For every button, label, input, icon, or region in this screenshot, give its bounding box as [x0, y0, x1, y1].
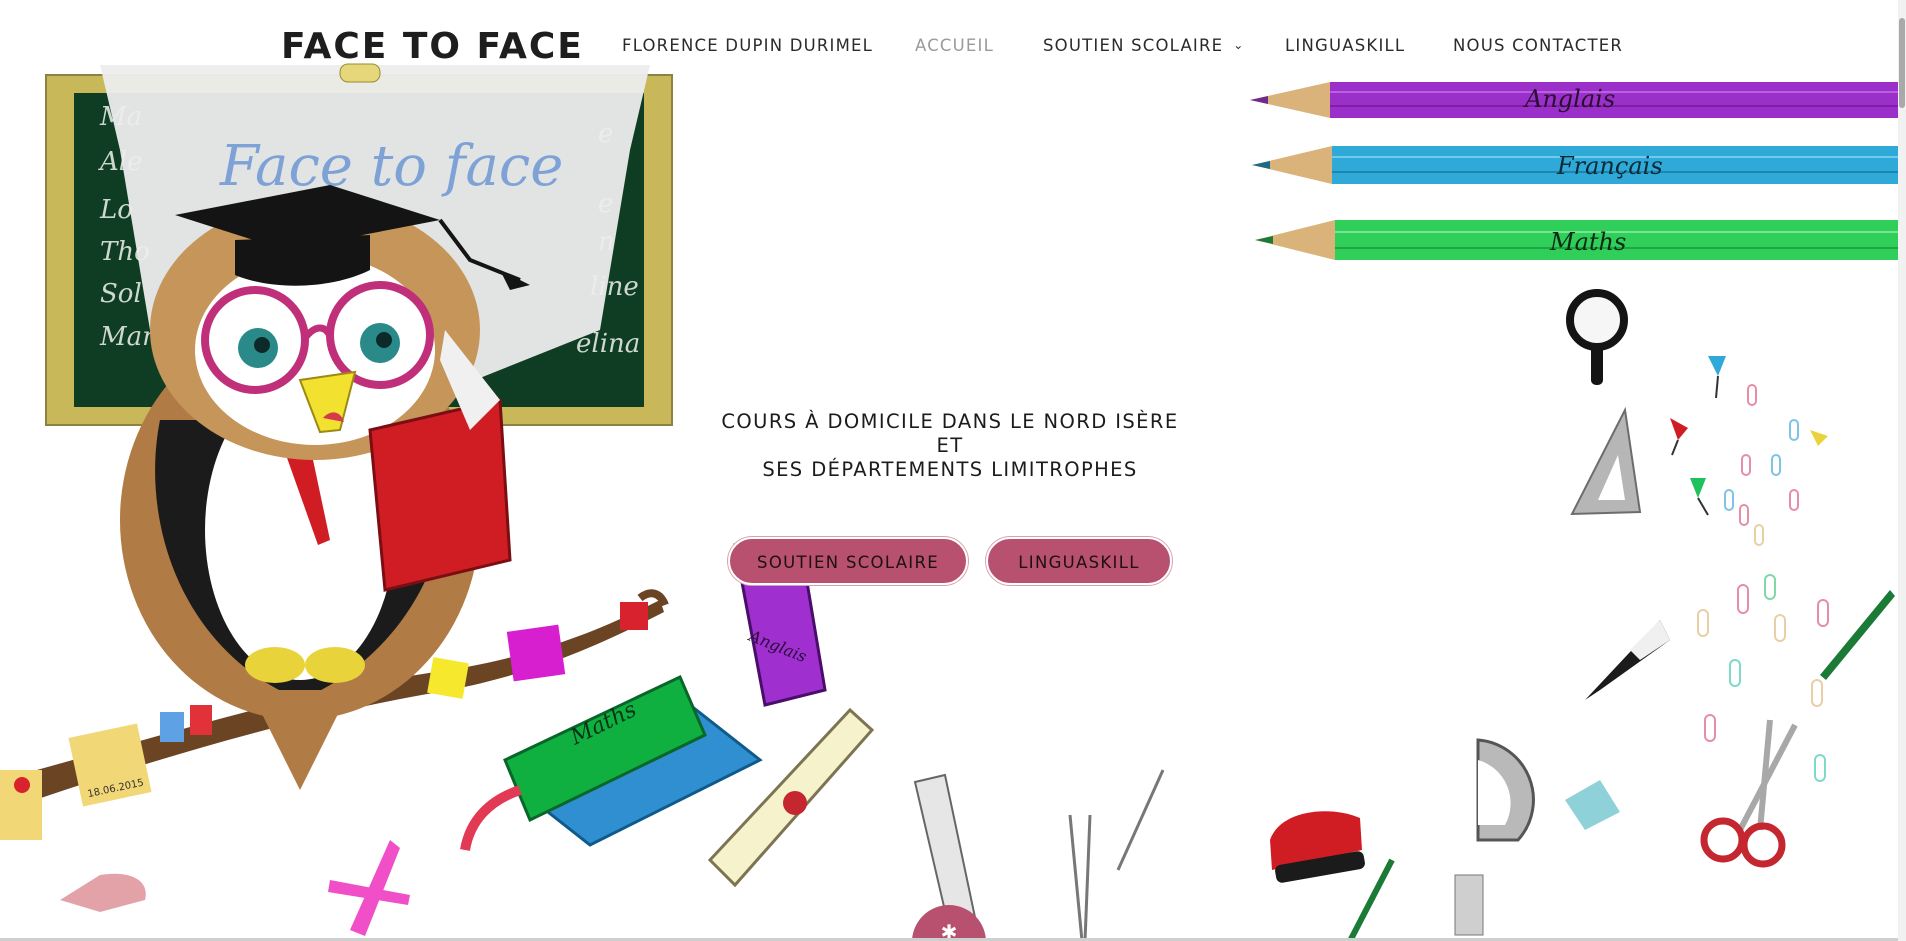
site-header: FACE TO FACE FLORENCE DUPIN DURIMEL ACCU… — [0, 0, 1906, 96]
site-logo[interactable]: FACE TO FACE — [281, 26, 584, 67]
nav-item-label: SOUTIEN SCOLAIRE — [1043, 36, 1224, 55]
nav-item-linguaskill[interactable]: LINGUASKILL — [1285, 36, 1405, 55]
linguaskill-button[interactable]: LINGUASKILL — [986, 537, 1172, 585]
nav-item-nous-contacter[interactable]: NOUS CONTACTER — [1453, 36, 1623, 55]
highlighters — [328, 840, 410, 936]
stapler — [1270, 811, 1365, 883]
board-title: Face to face — [219, 134, 563, 199]
hero-headline: COURS À DOMICILE DANS LE NORD ISÈRE ET S… — [700, 410, 1200, 482]
books-stack: Maths — [460, 674, 763, 852]
pencil-maths: Maths — [1255, 220, 1900, 260]
board-list-item: Lo — [99, 195, 133, 225]
diploma-scroll — [707, 707, 875, 888]
pushpins — [1670, 356, 1828, 516]
sharpener — [1565, 780, 1620, 830]
board-list-item: Sol — [100, 279, 142, 309]
tape-dispenser — [60, 873, 146, 912]
eraser — [1454, 874, 1484, 936]
magnifier — [1566, 289, 1628, 385]
board-list-item: Mar — [99, 322, 156, 352]
paperclips — [1697, 384, 1829, 782]
small-green-pencil — [1820, 590, 1895, 680]
scrollbar-thumb[interactable] — [1899, 18, 1905, 108]
hero-line-2: ET — [936, 434, 964, 457]
scrollbar[interactable] — [1898, 0, 1906, 941]
compass — [1068, 769, 1165, 941]
chevron-down-icon: ⌄ — [1233, 38, 1245, 52]
nav-item-accueil[interactable]: ACCUEIL — [915, 36, 994, 55]
nav-item-florence-dupin-durimel[interactable]: FLORENCE DUPIN DURIMEL — [622, 36, 873, 55]
bottom-pencil — [1347, 858, 1395, 941]
protractor — [1476, 738, 1535, 842]
soutien-scolaire-button[interactable]: SOUTIEN SCOLAIRE — [728, 537, 968, 585]
hero-line-1: COURS À DOMICILE DANS LE NORD ISÈRE — [721, 410, 1179, 433]
hero-line-3: SES DÉPARTEMENTS LIMITROPHES — [762, 458, 1138, 481]
scissors — [1700, 719, 1798, 868]
nav-item-soutien-scolaire[interactable]: SOUTIEN SCOLAIRE ⌄ — [1043, 36, 1245, 55]
pencil-label: Français — [1556, 152, 1663, 180]
pencil-label: Maths — [1549, 228, 1626, 256]
page: Ma Ale Lo Tho Sol Mar e e n line elina F… — [0, 0, 1906, 941]
pencil-francais: Français — [1252, 146, 1900, 184]
